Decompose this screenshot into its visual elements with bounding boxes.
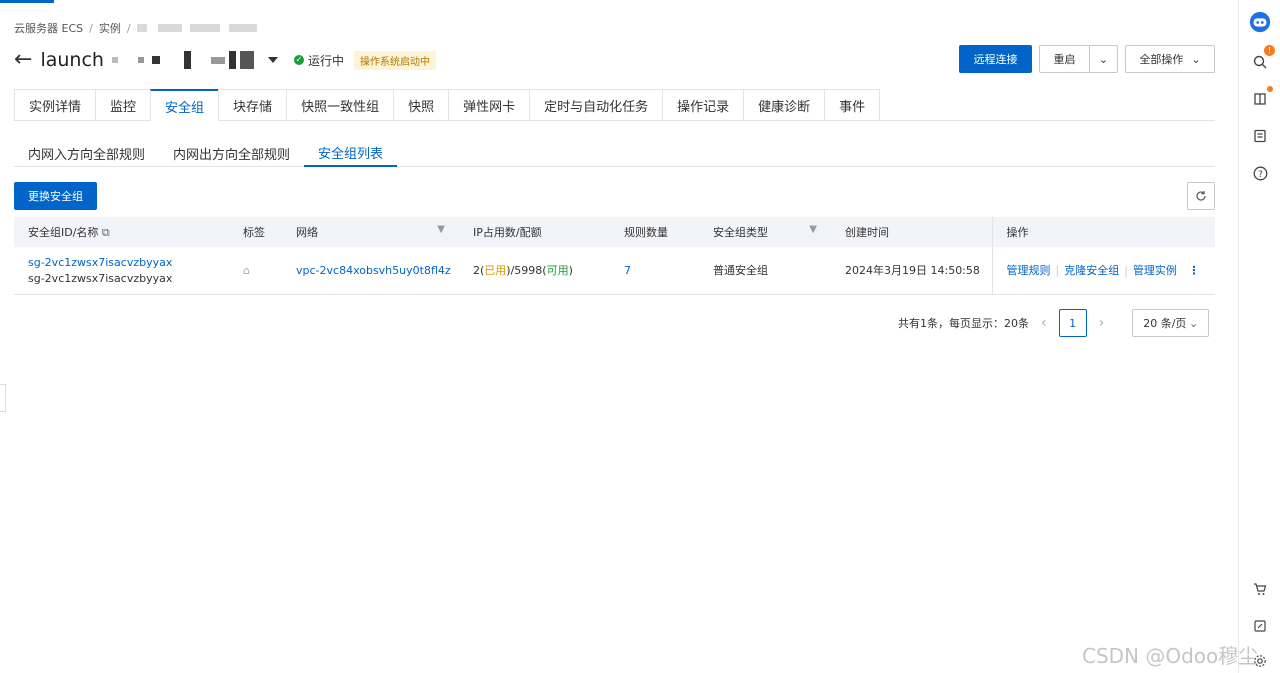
watermark: CSDN @Odoo穆尘 [1082, 644, 1259, 668]
top-accent-bar [0, 0, 54, 3]
tab-events[interactable]: 事件 [824, 89, 881, 121]
instance-title-row: ← launch ✓ 运行中 操作系统启动中 [14, 44, 436, 76]
col-header-actions: 操作 [991, 217, 1215, 247]
tab-block-storage[interactable]: 块存储 [218, 89, 287, 121]
restart-button[interactable]: 重启 [1039, 45, 1090, 73]
cell-network: vpc-2vc84xobsvh5uy0t8fl4z [282, 247, 459, 295]
tab-scheduled-tasks[interactable]: 定时与自动化任务 [529, 89, 663, 121]
cell-created: 2024年3月19日 14:50:58 [831, 247, 992, 295]
help-icon[interactable]: ? [1249, 162, 1271, 184]
clone-sg-link[interactable]: 克隆安全组 [1064, 264, 1119, 277]
page-size-select[interactable]: 20 条/页 ⌄ [1132, 309, 1210, 337]
next-page-icon[interactable]: › [1099, 315, 1105, 331]
book-icon[interactable] [1249, 86, 1273, 110]
col-header-network: 网络 ▼ [282, 217, 459, 247]
manage-instances-link[interactable]: 管理实例 [1133, 264, 1177, 277]
check-circle-icon: ✓ [293, 55, 304, 65]
vpc-link[interactable]: vpc-2vc84xobsvh5uy0t8fl4z [296, 264, 451, 277]
prev-page-icon[interactable]: ‹ [1041, 315, 1047, 331]
filter-icon[interactable]: ▼ [809, 224, 817, 235]
col-header-tags: 标签 [229, 217, 282, 247]
instance-name: launch [40, 49, 104, 71]
col-header-sg-type: 安全组类型 ▼ [699, 217, 831, 247]
assistant-robot-icon[interactable] [1249, 11, 1271, 33]
instance-switch-caret-icon[interactable] [267, 57, 278, 63]
cell-rule-count: 7 [610, 247, 699, 295]
col-header-sg-id: 安全组ID/名称 ⧉ [14, 217, 229, 247]
tab-operation-logs[interactable]: 操作记录 [662, 89, 744, 121]
cell-tags: ⌂ [229, 247, 282, 295]
status-text: 运行中 [307, 53, 344, 68]
breadcrumb-separator: / [89, 21, 93, 35]
pagination: 共有1条，每页显示：20条 ‹ 1 › 20 条/页 ⌄ [898, 309, 1210, 337]
col-header-created: 创建时间 [831, 217, 992, 247]
document-icon[interactable] [1249, 125, 1271, 147]
col-header-ip-quota: IP占用数/配额 [459, 217, 610, 247]
breadcrumb-redacted [136, 22, 258, 35]
col-header-rule-count: 规则数量 [610, 217, 699, 247]
security-group-table: 安全组ID/名称 ⧉ 标签 网络 ▼ IP占用数/配额 规则数量 安全组类型 ▼ 创… [14, 217, 1215, 295]
status-badge: 操作系统启动中 [353, 50, 436, 70]
tab-monitoring[interactable]: 监控 [95, 89, 151, 121]
chevron-down-icon: ⌄ [1189, 316, 1199, 330]
subtab-security-group-list[interactable]: 安全组列表 [304, 139, 398, 167]
instance-name-redacted [104, 51, 254, 69]
pagination-summary: 共有1条，每页显示：20条 [898, 317, 1029, 330]
restart-dropdown-button[interactable]: ⌄ [1089, 45, 1118, 73]
cart-icon[interactable] [1249, 578, 1271, 600]
copy-icon[interactable]: ⧉ [102, 226, 110, 239]
change-security-group-button[interactable]: 更换安全组 [14, 182, 97, 210]
tab-elastic-nic[interactable]: 弹性网卡 [448, 89, 530, 121]
cell-actions: 管理规则 | 克隆安全组 | 管理实例 ⋮ [991, 247, 1215, 295]
edit-icon[interactable] [1249, 615, 1271, 637]
remote-connect-button[interactable]: 远程连接 [959, 45, 1032, 73]
breadcrumb-ecs[interactable]: 云服务器 ECS [14, 20, 83, 36]
notification-badge: ! [1264, 45, 1275, 56]
breadcrumb: 云服务器 ECS / 实例 / [14, 20, 258, 36]
filter-icon[interactable]: ▼ [437, 224, 445, 235]
manage-rules-link[interactable]: 管理规则 [1007, 264, 1051, 277]
breadcrumb-separator: / [126, 21, 131, 35]
tab-instance-details[interactable]: 实例详情 [14, 89, 96, 121]
sg-id-link[interactable]: sg-2vc1zwsx7isacvzbyyax [28, 256, 215, 269]
tab-snapshot-consistency-group[interactable]: 快照一致性组 [286, 89, 394, 121]
table-row: sg-2vc1zwsx7isacvzbyyax sg-2vc1zwsx7isac… [14, 247, 1215, 295]
page-number-button[interactable]: 1 [1058, 309, 1087, 337]
new-dot [1267, 86, 1273, 92]
subtab-inbound-rules[interactable]: 内网入方向全部规则 [14, 139, 159, 167]
tab-health-diagnosis[interactable]: 健康诊断 [743, 89, 825, 121]
svg-text:?: ? [1258, 170, 1263, 180]
right-sidebar: ! ? [1238, 0, 1280, 673]
tab-security-group[interactable]: 安全组 [150, 89, 219, 121]
back-arrow-icon[interactable]: ← [14, 49, 32, 71]
more-vertical-icon[interactable]: ⋮ [1188, 264, 1199, 277]
security-subtabs: 内网入方向全部规则 内网出方向全部规则 安全组列表 [14, 139, 1215, 167]
collapse-handle[interactable] [0, 384, 6, 412]
table-header-row: 安全组ID/名称 ⧉ 标签 网络 ▼ IP占用数/配额 规则数量 安全组类型 ▼ 创… [14, 217, 1215, 247]
all-operations-label: 全部操作 [1139, 53, 1184, 66]
tab-snapshot[interactable]: 快照 [393, 89, 449, 121]
status-indicator: ✓ 运行中 操作系统启动中 [293, 50, 436, 70]
refresh-icon[interactable] [1187, 182, 1215, 210]
sg-name: sg-2vc1zwsx7isacvzbyyax [28, 271, 173, 285]
all-operations-button[interactable]: 全部操作 ⌄ [1125, 45, 1215, 73]
cell-sg-id: sg-2vc1zwsx7isacvzbyyax sg-2vc1zwsx7isac… [14, 247, 229, 295]
instance-tabs: 实例详情 监控 安全组 块存储 快照一致性组 快照 弹性网卡 定时与自动化任务 … [14, 89, 1215, 121]
main-content: 云服务器 ECS / 实例 / ← launch ✓ 运行中 操作系统启动中 远… [0, 0, 1238, 673]
tag-icon[interactable]: ⌂ [243, 264, 250, 277]
chevron-down-icon: ⌄ [1191, 52, 1201, 66]
search-icon[interactable]: ! [1249, 45, 1275, 73]
chevron-down-icon: ⌄ [1098, 52, 1109, 66]
breadcrumb-instances[interactable]: 实例 [99, 20, 121, 36]
subtab-outbound-rules[interactable]: 内网出方向全部规则 [159, 139, 304, 167]
cell-sg-type: 普通安全组 [699, 247, 831, 295]
cell-ip-quota: 2(已用)/5998(可用) [459, 247, 610, 295]
rule-count-link[interactable]: 7 [624, 264, 631, 277]
